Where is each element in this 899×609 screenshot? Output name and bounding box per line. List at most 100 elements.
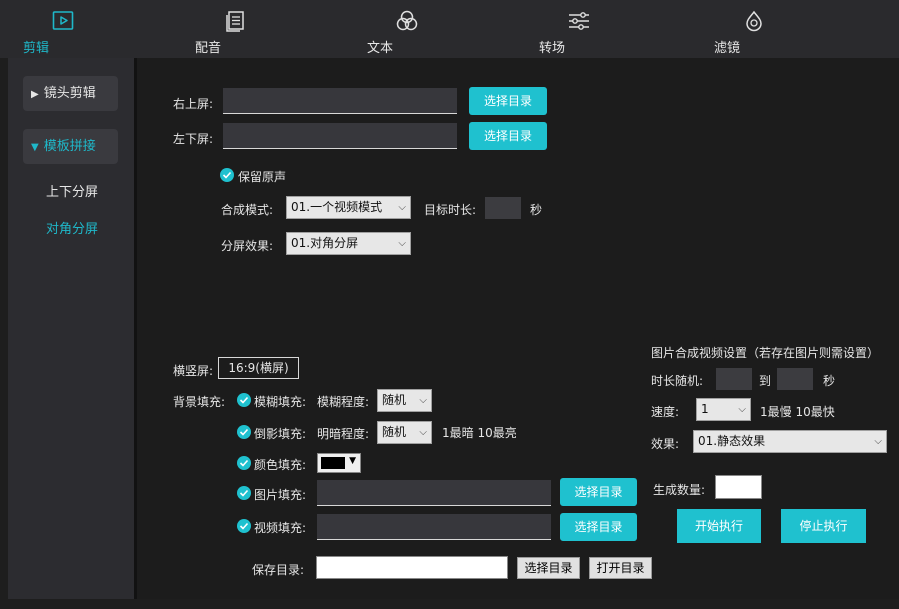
blur-fill-checkbox[interactable] [237, 393, 251, 407]
image-fill-label: 图片填充: [254, 488, 307, 502]
top-right-label: 右上屏: [173, 97, 214, 111]
sidebar: ▶ 镜头剪辑 ▼ 模板拼接 上下分屏 对角分屏 [8, 58, 134, 599]
orientation-toggle[interactable]: 16:9(横屏) [218, 357, 299, 379]
sidebar-group-label: 镜头剪辑 [43, 86, 96, 101]
color-picker[interactable]: ▼ [317, 453, 361, 473]
brightness-label: 明暗程度: [317, 427, 370, 441]
sidebar-item-diagonal-split[interactable]: 对角分屏 [46, 218, 98, 237]
start-button[interactable]: 开始执行 [677, 509, 761, 543]
target-duration-input[interactable] [485, 197, 521, 219]
play-square-icon [52, 11, 74, 30]
nav-label: 配音 [195, 41, 222, 56]
check-icon [239, 428, 249, 436]
duration-min-input[interactable] [716, 368, 752, 390]
document-icon [226, 11, 244, 32]
nav-tab-filter[interactable]: 滤镜 [714, 6, 794, 56]
circles-icon [396, 10, 418, 31]
compose-mode-value: 01.一个视频模式 [291, 200, 383, 214]
save-dir-label: 保存目录: [252, 563, 305, 577]
duration-max-input[interactable] [777, 368, 813, 390]
nav-tab-text[interactable]: 文本 [367, 6, 447, 56]
nav-label: 文本 [367, 41, 394, 56]
shadow-fill-checkbox[interactable] [237, 425, 251, 439]
video-fill-label: 视频填充: [254, 521, 307, 535]
target-duration-label: 目标时长: [424, 203, 477, 217]
check-icon [239, 522, 249, 530]
brightness-select[interactable]: 随机 ⌵ [377, 421, 432, 444]
chevron-down-icon: ⌵ [419, 427, 427, 438]
nav-label: 剪辑 [23, 41, 50, 56]
brightness-hint: 1最暗 10最亮 [442, 426, 517, 440]
check-icon [239, 396, 249, 404]
image-fill-checkbox[interactable] [237, 486, 251, 500]
blur-degree-select[interactable]: 随机 ⌵ [377, 389, 432, 412]
bottom-left-path-input[interactable] [223, 123, 457, 149]
nav-tab-edit[interactable]: 剪辑 [23, 6, 103, 56]
color-fill-checkbox[interactable] [237, 456, 251, 470]
bottom-left-label: 左下屏: [173, 132, 214, 146]
bottom-left-choose-button[interactable]: 选择目录 [469, 122, 547, 150]
chevron-down-icon: ⌵ [398, 238, 406, 249]
speed-hint: 1最慢 10最快 [760, 405, 835, 419]
sidebar-group-shot-edit[interactable]: ▶ 镜头剪辑 [23, 76, 118, 111]
split-effect-value: 01.对角分屏 [291, 236, 359, 250]
sidebar-item-top-bottom-split[interactable]: 上下分屏 [46, 181, 98, 200]
split-effect-select[interactable]: 01.对角分屏 ⌵ [286, 232, 411, 255]
to-label: 到 [759, 374, 772, 388]
check-icon [239, 459, 249, 467]
bg-fill-label: 背景填充: [173, 395, 226, 409]
effect-select[interactable]: 01.静态效果 ⌵ [693, 430, 887, 453]
top-right-path-input[interactable] [223, 88, 457, 114]
speed-value: 1 [701, 402, 709, 416]
seconds-label: 秒 [823, 374, 836, 388]
split-effect-label: 分屏效果: [221, 239, 274, 253]
blur-degree-label: 模糊程度: [317, 395, 370, 409]
sidebar-group-template-splice[interactable]: ▼ 模板拼接 [23, 129, 118, 164]
nav-label: 滤镜 [714, 41, 741, 56]
color-fill-label: 颜色填充: [254, 458, 307, 472]
image-fill-choose-button[interactable]: 选择目录 [560, 478, 637, 506]
duration-random-label: 时长随机: [651, 374, 704, 388]
blur-degree-value: 随机 [382, 393, 407, 407]
chevron-down-icon: ⌵ [398, 202, 406, 213]
compose-mode-select[interactable]: 01.一个视频模式 ⌵ [286, 196, 411, 219]
save-dir-choose-button[interactable]: 选择目录 [517, 557, 580, 579]
filter-drop-icon [746, 10, 762, 32]
sidebar-group-label: 模板拼接 [43, 139, 96, 154]
effect-value: 01.静态效果 [698, 434, 766, 448]
count-label: 生成数量: [653, 483, 706, 497]
video-fill-checkbox[interactable] [237, 519, 251, 533]
seconds-label: 秒 [530, 203, 543, 217]
count-input[interactable] [715, 475, 762, 499]
image-fill-path-input[interactable] [317, 480, 551, 506]
save-dir-input[interactable] [316, 556, 508, 579]
nav-tab-dubbing[interactable]: 配音 [195, 6, 275, 56]
top-right-choose-button[interactable]: 选择目录 [469, 87, 547, 115]
sliders-icon [569, 12, 589, 30]
speed-select[interactable]: 1 ⌵ [696, 398, 751, 421]
nav-label: 转场 [539, 41, 566, 56]
top-nav: 剪辑 配音 文本 转场 滤镜 [0, 0, 899, 58]
open-dir-button[interactable]: 打开目录 [589, 557, 652, 579]
effect-label: 效果: [651, 437, 680, 451]
video-fill-path-input[interactable] [317, 514, 551, 540]
blur-fill-label: 模糊填充: [254, 395, 307, 409]
caret-right-icon: ▶ [31, 89, 39, 100]
nav-tab-transition[interactable]: 转场 [539, 6, 619, 56]
chevron-down-icon: ⌵ [738, 404, 746, 415]
compose-mode-label: 合成模式: [221, 203, 274, 217]
keep-audio-checkbox[interactable] [220, 168, 234, 182]
chevron-down-icon: ⌵ [874, 436, 882, 447]
orientation-label: 横竖屏: [173, 364, 214, 378]
video-fill-choose-button[interactable]: 选择目录 [560, 513, 637, 541]
main-panel: 右上屏: 选择目录 左下屏: 选择目录 保留原声 合成模式: 01.一个视频模式… [137, 58, 899, 599]
color-swatch [321, 457, 345, 469]
stop-button[interactable]: 停止执行 [781, 509, 866, 543]
image-settings-title: 图片合成视频设置（若存在图片则需设置） [651, 346, 880, 360]
chevron-down-icon: ⌵ [419, 395, 427, 406]
check-icon [239, 489, 249, 497]
keep-audio-label: 保留原声 [238, 170, 287, 184]
check-icon [222, 171, 232, 179]
caret-down-icon: ▼ [31, 142, 39, 153]
brightness-value: 随机 [382, 425, 407, 439]
